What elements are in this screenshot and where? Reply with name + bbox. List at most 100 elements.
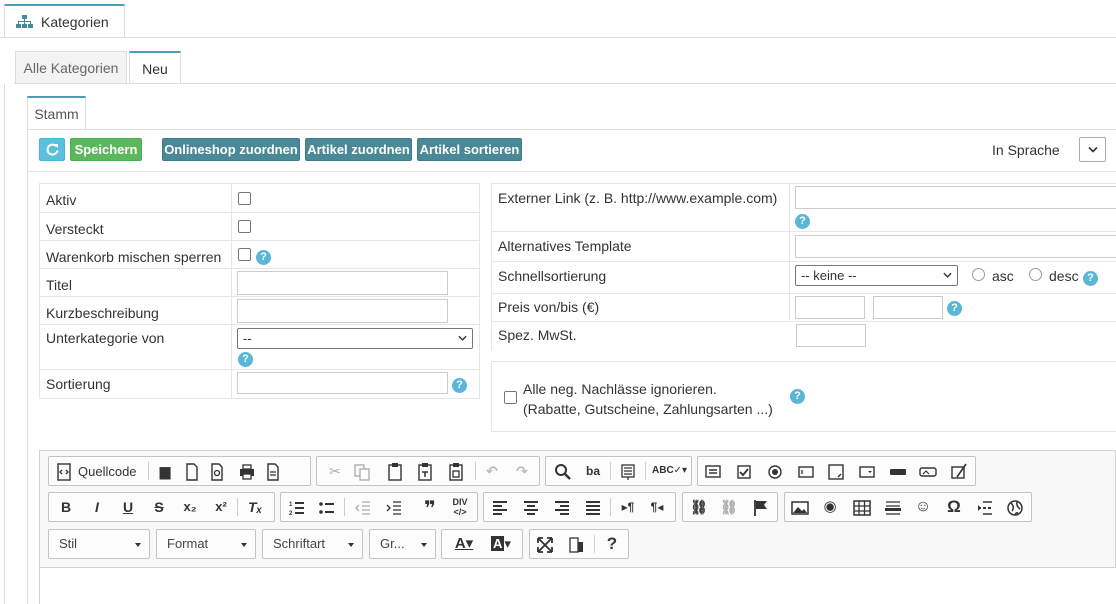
italic-icon[interactable]: I: [87, 497, 107, 517]
undo-icon[interactable]: ↶: [482, 461, 502, 481]
remove-format-icon[interactable]: Tₓ: [245, 497, 265, 517]
print-icon[interactable]: [237, 462, 257, 482]
refresh-button[interactable]: [39, 138, 65, 161]
form-icon[interactable]: [703, 462, 723, 482]
help-icon[interactable]: ?: [947, 301, 962, 316]
text-color-icon[interactable]: A▾: [450, 534, 478, 554]
externer-link-input[interactable]: [795, 186, 1116, 209]
help-icon[interactable]: ?: [256, 250, 271, 265]
blockquote-icon[interactable]: ❞: [420, 499, 440, 519]
preis-bis-input[interactable]: [873, 296, 943, 319]
help-icon[interactable]: ?: [795, 214, 810, 229]
spellcheck-icon[interactable]: ABC✓▾: [652, 461, 687, 481]
outdent-icon[interactable]: [353, 498, 373, 518]
table-icon[interactable]: [852, 498, 872, 518]
iframe-globe-icon[interactable]: [1005, 498, 1025, 518]
style-dropdown[interactable]: Stil: [48, 529, 150, 559]
tab-stamm[interactable]: Stamm: [27, 96, 86, 130]
sortierung-input[interactable]: [237, 372, 448, 394]
desc-radio[interactable]: [1029, 268, 1042, 281]
justify-icon[interactable]: [583, 498, 603, 518]
versteckt-checkbox[interactable]: [238, 220, 251, 233]
unterkategorie-select[interactable]: --: [237, 328, 473, 349]
select-icon[interactable]: [857, 462, 877, 482]
onlineshop-zuordnen-button[interactable]: Onlineshop zuordnen: [162, 138, 300, 161]
background-color-icon[interactable]: A ▾: [486, 534, 516, 554]
tab-alle-kategorien[interactable]: Alle Kategorien: [15, 51, 127, 84]
new-page-icon[interactable]: [182, 462, 202, 482]
help-icon[interactable]: ?: [452, 378, 467, 393]
help-question-icon[interactable]: ?: [602, 534, 622, 554]
underline-icon[interactable]: U: [118, 497, 138, 517]
editor-content-area[interactable]: [40, 567, 1116, 604]
checkbox-icon[interactable]: [734, 462, 754, 482]
text-direction-ltr-icon[interactable]: ▸¶: [618, 497, 638, 517]
anchor-flag-icon[interactable]: [751, 498, 771, 518]
artikel-zuordnen-button[interactable]: Artikel zuordnen: [305, 138, 412, 161]
horizontal-rule-icon[interactable]: [883, 498, 903, 518]
format-dropdown[interactable]: Format: [156, 529, 256, 559]
radio-icon[interactable]: [765, 462, 785, 482]
bulleted-list-icon[interactable]: [317, 498, 337, 518]
select-all-icon[interactable]: [618, 462, 638, 482]
align-center-icon[interactable]: [521, 498, 541, 518]
help-icon[interactable]: ?: [238, 352, 253, 367]
help-icon[interactable]: ?: [1083, 271, 1098, 286]
show-blocks-icon[interactable]: [566, 535, 586, 555]
smiley-icon[interactable]: ☺: [913, 497, 933, 517]
textfield-icon[interactable]: [796, 462, 816, 482]
aktiv-checkbox[interactable]: [238, 192, 251, 205]
hidden-field-icon[interactable]: [949, 462, 969, 482]
find-icon[interactable]: [553, 462, 573, 482]
mwst-input[interactable]: [796, 324, 866, 347]
warenkorb-checkbox[interactable]: [238, 248, 251, 261]
strikethrough-icon[interactable]: S: [149, 497, 169, 517]
image-icon[interactable]: [790, 498, 810, 518]
copy-icon[interactable]: [352, 462, 372, 482]
paste-text-icon[interactable]: [415, 462, 435, 482]
titel-input[interactable]: [237, 271, 448, 295]
cut-icon[interactable]: ✂: [325, 461, 345, 481]
help-icon[interactable]: ?: [790, 389, 805, 404]
size-dropdown[interactable]: Gr...: [369, 529, 436, 559]
page-break-icon[interactable]: [975, 498, 995, 518]
templates-icon[interactable]: [263, 462, 283, 482]
div-container-icon[interactable]: DIV </>: [450, 497, 470, 517]
save-icon[interactable]: ▆: [155, 461, 175, 481]
image-button-icon[interactable]: [918, 462, 938, 482]
paste-icon[interactable]: [385, 462, 405, 482]
source-button[interactable]: Quellcode: [78, 464, 137, 479]
kurzbeschreibung-input[interactable]: [237, 299, 448, 323]
numbered-list-icon[interactable]: 12: [287, 498, 307, 518]
artikel-sortieren-button[interactable]: Artikel sortieren: [417, 138, 522, 161]
align-right-icon[interactable]: [552, 498, 572, 518]
maximize-icon[interactable]: [535, 535, 555, 555]
link-icon[interactable]: ⛓: [689, 497, 709, 517]
preview-icon[interactable]: [207, 462, 227, 482]
paste-word-icon[interactable]: [446, 462, 466, 482]
tab-neu[interactable]: Neu: [129, 51, 181, 84]
asc-radio[interactable]: [972, 268, 985, 281]
save-button[interactable]: Speichern: [70, 138, 142, 161]
special-char-icon[interactable]: Ω: [944, 497, 964, 517]
flash-icon[interactable]: ◉: [820, 497, 840, 517]
superscript-icon[interactable]: x²: [211, 497, 231, 517]
schnellsortierung-select[interactable]: -- keine --: [795, 265, 958, 286]
unlink-icon[interactable]: ⛓: [719, 497, 739, 517]
discount-checkbox[interactable]: [504, 391, 517, 404]
replace-icon[interactable]: ba: [583, 461, 603, 481]
alt-template-input[interactable]: [795, 235, 1116, 258]
divider: [4, 84, 5, 604]
text-direction-rtl-icon[interactable]: ¶◂: [647, 497, 667, 517]
button-icon[interactable]: [888, 462, 908, 482]
subscript-icon[interactable]: x₂: [180, 497, 200, 517]
language-select[interactable]: [1079, 137, 1106, 162]
bold-icon[interactable]: B: [56, 497, 76, 517]
tab-kategorien[interactable]: Kategorien: [4, 4, 125, 38]
preis-von-input[interactable]: [795, 296, 865, 319]
font-dropdown[interactable]: Schriftart: [262, 529, 363, 559]
indent-icon[interactable]: [384, 498, 404, 518]
redo-icon[interactable]: ↷: [512, 461, 532, 481]
align-left-icon[interactable]: [490, 498, 510, 518]
textarea-icon[interactable]: [826, 462, 846, 482]
